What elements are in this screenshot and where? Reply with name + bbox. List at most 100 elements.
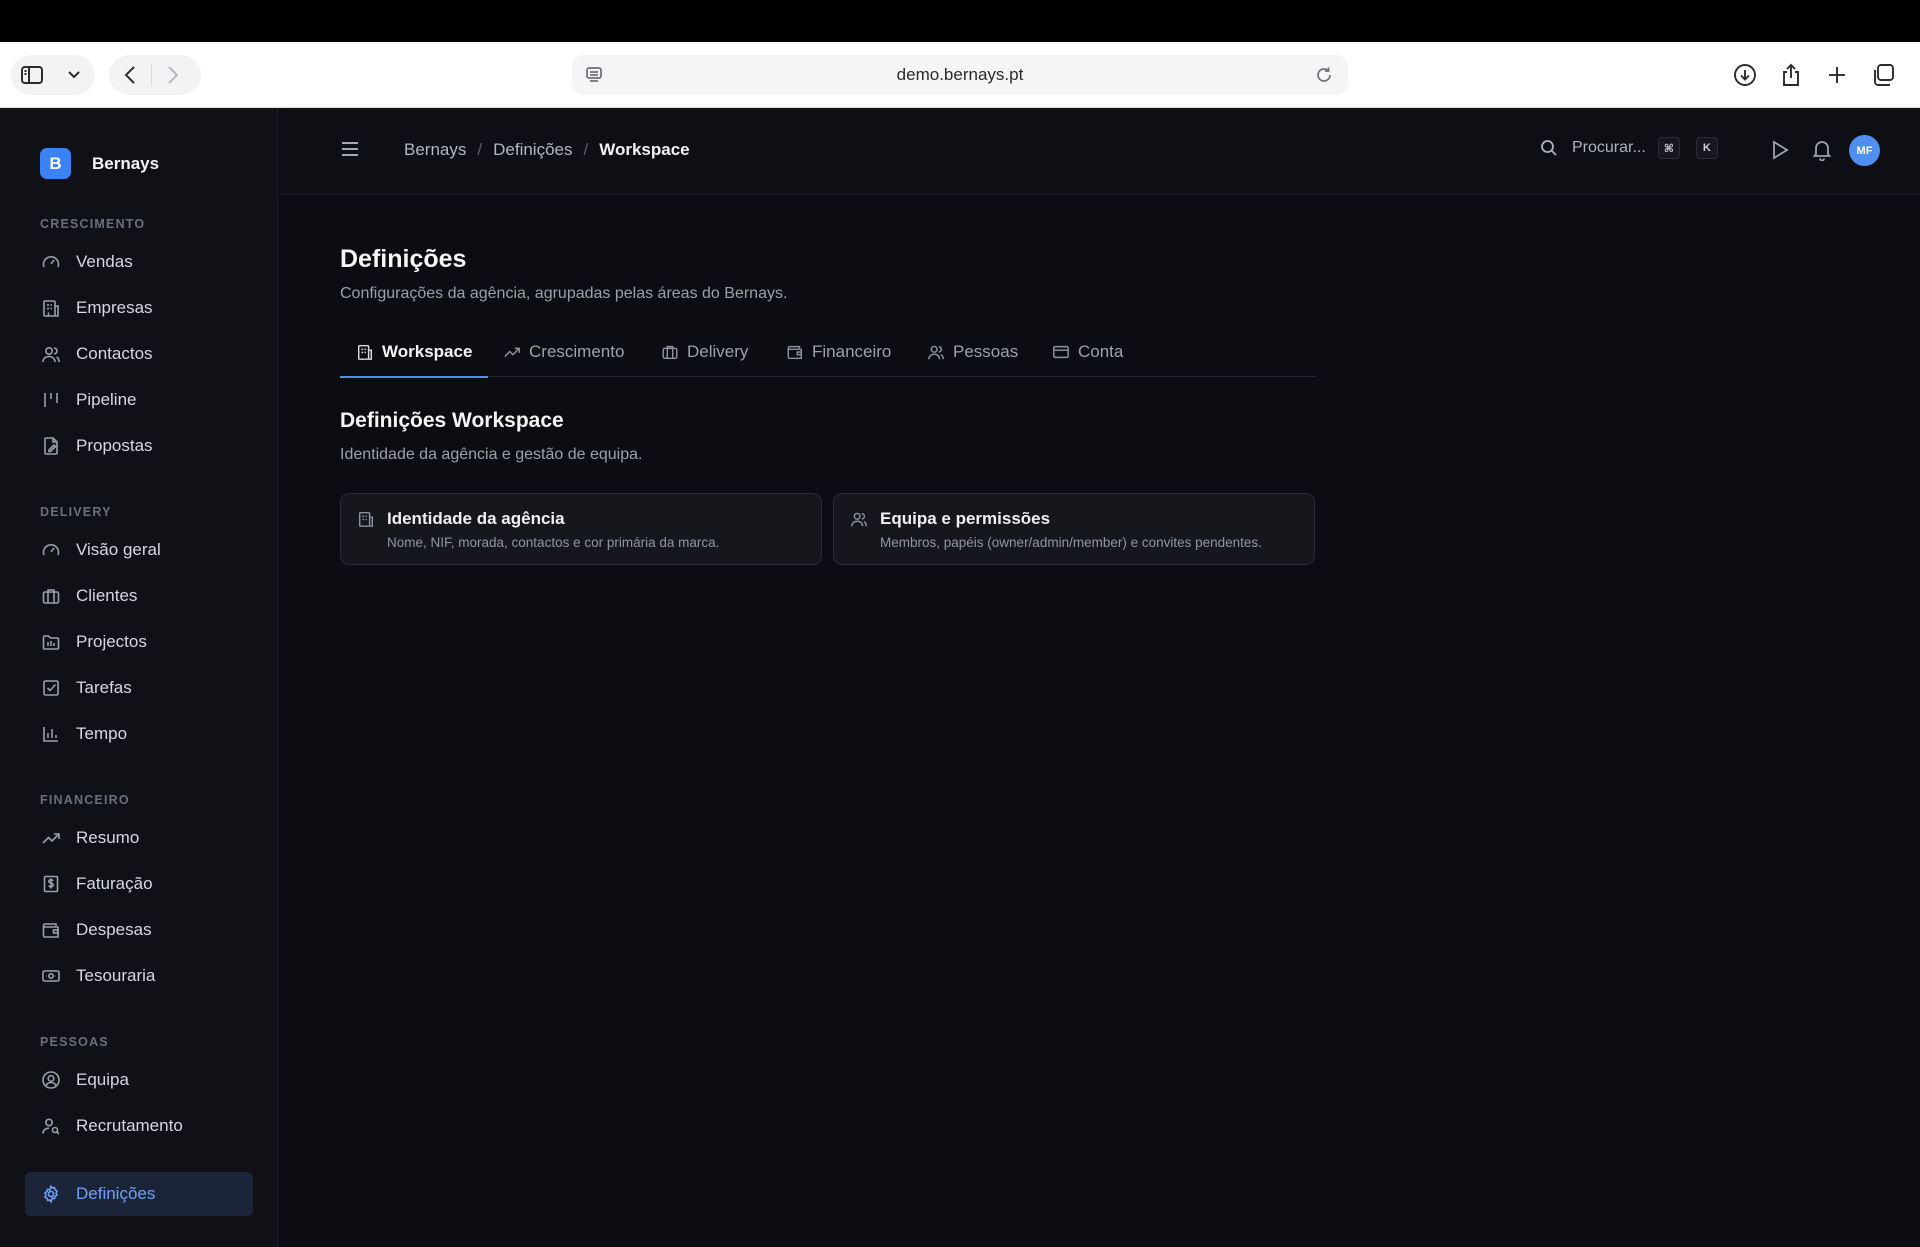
tab-financeiro[interactable]: Financeiro — [786, 327, 891, 377]
url-text[interactable]: demo.bernays.pt — [897, 65, 1024, 85]
hamburger-icon — [342, 142, 358, 156]
sidebar-section-pessoas: PESSOAS — [40, 1035, 109, 1049]
forward-button[interactable] — [152, 55, 194, 95]
downloads-button[interactable] — [1722, 55, 1768, 95]
tab-label: Delivery — [687, 342, 749, 361]
play-button[interactable] — [1770, 139, 1790, 166]
browser-actions — [1722, 55, 1906, 95]
settings-tabs: Workspace Crescimento Delivery Financeir… — [340, 327, 1316, 378]
briefcase-icon — [41, 586, 61, 606]
sidebar-item-definicoes[interactable]: Definições — [25, 1172, 253, 1216]
tabs-icon — [1874, 64, 1894, 86]
invoice-icon — [41, 874, 61, 894]
tab-crescimento[interactable]: Crescimento — [503, 327, 624, 377]
trending-up-icon — [504, 347, 520, 358]
building-icon — [41, 298, 61, 318]
avatar[interactable]: MF — [1849, 135, 1880, 166]
sidebar-item-tarefas[interactable]: Tarefas — [25, 666, 253, 710]
shortcut-key-cmd: ⌘ — [1657, 137, 1680, 159]
gear-icon — [41, 1184, 61, 1204]
sidebar-item-label: Recrutamento — [76, 1116, 183, 1135]
breadcrumb-item[interactable]: Bernays — [404, 140, 466, 160]
building-icon — [357, 510, 375, 533]
briefcase-icon — [662, 345, 678, 360]
sidebar-item-recrutamento[interactable]: Recrutamento — [25, 1104, 253, 1148]
sidebar-item-resumo[interactable]: Resumo — [25, 816, 253, 860]
bar-chart-icon — [41, 724, 61, 744]
sidebar-item-projectos[interactable]: Projectos — [25, 620, 253, 664]
building-icon — [357, 344, 373, 360]
sidebar: B Bernays CRESCIMENTO Vendas Empresas Co… — [0, 108, 278, 1247]
folder-icon — [41, 632, 61, 652]
sidebar-item-clientes[interactable]: Clientes — [25, 574, 253, 618]
search-button[interactable]: Procurar... ⌘ K — [1540, 137, 1718, 159]
wallet-icon — [41, 920, 61, 940]
sidebar-item-label: Pipeline — [76, 390, 137, 409]
banknote-icon — [41, 966, 61, 986]
sidebar-item-pipeline[interactable]: Pipeline — [25, 378, 253, 422]
sidebar-item-label: Empresas — [76, 298, 153, 317]
tab-pessoas[interactable]: Pessoas — [927, 327, 1018, 377]
bell-icon — [1812, 141, 1832, 162]
page-subtitle: Configurações da agência, agrupadas pela… — [340, 285, 788, 302]
sidebar-item-equipa[interactable]: Equipa — [25, 1058, 253, 1102]
trending-up-icon — [41, 828, 61, 848]
tab-workspace[interactable]: Workspace — [340, 327, 489, 378]
breadcrumb: Bernays / Definições / Workspace — [404, 140, 690, 160]
sidebar-section-delivery: DELIVERY — [40, 505, 112, 519]
sidebar-toggle-button[interactable] — [11, 55, 53, 95]
sidebar-item-label: Projectos — [76, 632, 147, 651]
menu-toggle-button[interactable] — [341, 141, 359, 162]
tab-label: Crescimento — [529, 342, 625, 361]
sidebar-item-despesas[interactable]: Despesas — [25, 908, 253, 952]
tab-overview-button[interactable] — [1860, 55, 1906, 95]
notifications-button[interactable] — [1812, 139, 1832, 166]
back-button[interactable] — [109, 55, 151, 95]
user-search-icon — [41, 1116, 61, 1136]
card-description: Nome, NIF, morada, contactos e cor primá… — [387, 535, 720, 550]
tab-label: Financeiro — [812, 342, 892, 361]
card-title: Equipa e permissões — [880, 509, 1051, 528]
sidebar-item-empresas[interactable]: Empresas — [25, 286, 253, 330]
sidebar-item-visao-geral[interactable]: Visão geral — [25, 528, 253, 572]
new-tab-button[interactable] — [1814, 55, 1860, 95]
credit-card-icon — [1053, 345, 1069, 359]
sidebar-item-tesouraria[interactable]: Tesouraria — [25, 954, 253, 998]
sidebar-section-financeiro: FINANCEIRO — [40, 793, 130, 807]
plus-icon — [1829, 67, 1845, 83]
kanban-icon — [41, 390, 61, 410]
reload-icon[interactable] — [1314, 65, 1334, 90]
sidebar-toggle-group — [11, 55, 95, 95]
app-window: B Bernays CRESCIMENTO Vendas Empresas Co… — [0, 108, 1920, 1247]
share-icon — [1783, 63, 1799, 86]
tab-conta[interactable]: Conta — [1052, 327, 1123, 377]
sidebar-item-tempo[interactable]: Tempo — [25, 712, 253, 756]
tab-label: Conta — [1078, 342, 1124, 361]
sidebar-item-vendas[interactable]: Vendas — [25, 240, 253, 284]
workspace-brand[interactable]: B Bernays — [40, 148, 159, 179]
screen-top-bar — [0, 0, 1920, 42]
share-button[interactable] — [1768, 55, 1814, 95]
search-placeholder: Procurar... — [1572, 139, 1646, 156]
breadcrumb-separator: / — [477, 140, 483, 159]
sidebar-item-label: Clientes — [76, 586, 138, 605]
team-permissions-card[interactable]: Equipa e permissões Membros, papéis (own… — [833, 493, 1315, 565]
address-bar[interactable]: demo.bernays.pt — [572, 55, 1348, 95]
sidebar-item-label: Tesouraria — [76, 966, 156, 985]
sidebar-item-label: Tarefas — [76, 678, 132, 697]
section-subtitle: Identidade da agência e gestão de equipa… — [340, 446, 643, 463]
sidebar-item-faturacao[interactable]: Faturação — [25, 862, 253, 906]
agency-identity-card[interactable]: Identidade da agência Nome, NIF, morada,… — [340, 493, 822, 565]
tab-group-dropdown-button[interactable] — [53, 55, 95, 95]
page-settings-icon[interactable] — [584, 65, 604, 90]
sidebar-item-propostas[interactable]: Propostas — [25, 424, 253, 468]
breadcrumb-current: Workspace — [599, 140, 690, 159]
tab-label: Workspace — [382, 342, 473, 361]
sidebar-item-label: Despesas — [76, 920, 152, 939]
tab-delivery[interactable]: Delivery — [661, 327, 748, 377]
sidebar-item-contactos[interactable]: Contactos — [25, 332, 253, 376]
top-navigation: Bernays / Definições / Workspace Procura… — [279, 108, 1920, 195]
sidebar-icon — [21, 66, 43, 84]
history-nav-group — [109, 55, 201, 95]
breadcrumb-item[interactable]: Definições — [493, 140, 572, 160]
